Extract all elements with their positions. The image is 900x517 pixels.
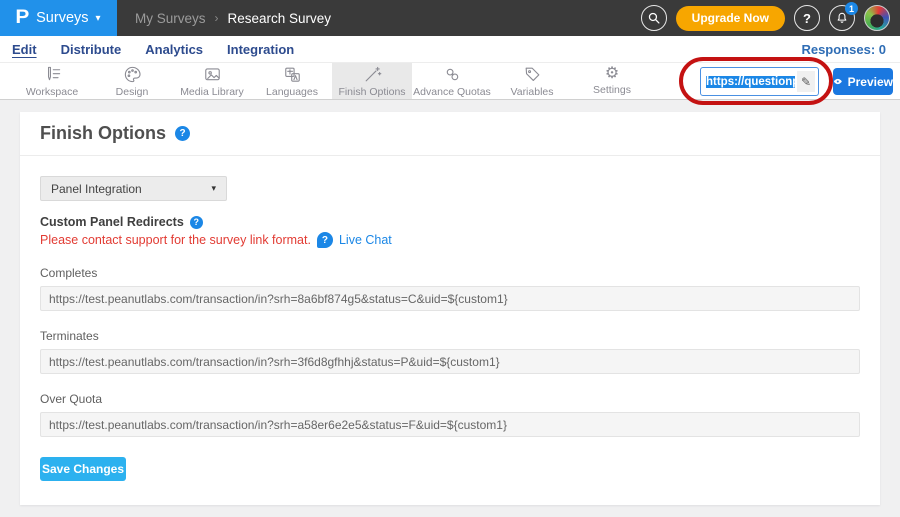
workspace-icon — [43, 65, 62, 84]
notification-badge: 1 — [845, 2, 858, 15]
terminates-field-group: Terminates — [40, 329, 860, 374]
chevron-down-icon: ▾ — [96, 13, 101, 24]
dropdown-selected-value: Panel Integration — [51, 182, 142, 196]
edit-toolbar: Workspace Design Media Library Languages… — [0, 62, 900, 100]
preview-button[interactable]: Preview — [833, 68, 893, 95]
palette-icon — [123, 65, 142, 84]
toolbar-item-label: Workspace — [26, 86, 78, 98]
search-button[interactable] — [641, 5, 667, 31]
questionpro-logo-icon: P — [16, 7, 30, 29]
card-header: Finish Options ? — [20, 112, 880, 156]
upgrade-now-button[interactable]: Upgrade Now — [676, 6, 785, 31]
completes-url-input[interactable] — [40, 286, 860, 311]
custom-panel-redirects-heading: Custom Panel Redirects ? — [40, 215, 860, 229]
help-button[interactable]: ? — [794, 5, 820, 31]
chain-links-icon — [443, 65, 462, 84]
breadcrumb-separator-icon: › — [215, 11, 219, 25]
breadcrumb-my-surveys[interactable]: My Surveys — [135, 11, 206, 26]
pencil-icon: ✎ — [801, 75, 811, 89]
toolbar-item-label: Variables — [511, 86, 554, 98]
toolbar-item-finish-options[interactable]: Finish Options — [332, 63, 412, 99]
finish-options-help-icon[interactable]: ? — [175, 126, 190, 141]
toolbar-item-languages[interactable]: Languages — [252, 63, 332, 99]
toolbar-item-settings[interactable]: ⚙ Settings — [572, 63, 652, 99]
responses-count: Responses: 0 — [801, 42, 886, 57]
toolbar-item-design[interactable]: Design — [92, 63, 172, 99]
over-quota-url-input[interactable] — [40, 412, 860, 437]
top-bar: P Surveys ▾ My Surveys › Research Survey… — [0, 0, 900, 36]
section-help-icon[interactable]: ? — [190, 216, 203, 229]
breadcrumb: My Surveys › Research Survey — [135, 11, 331, 26]
eye-icon — [833, 76, 843, 87]
image-icon — [203, 65, 222, 84]
survey-url-selected-text: https://questionpro.com/t/A — [706, 76, 795, 88]
notifications-button[interactable]: 1 — [829, 5, 855, 31]
gear-icon: ⚙ — [605, 66, 619, 82]
toolbar-item-label: Media Library — [180, 86, 244, 98]
panel-integration-dropdown[interactable]: Panel Integration ▾ — [40, 176, 227, 201]
toolbar-item-label: Languages — [266, 86, 318, 98]
page-title: Finish Options — [40, 123, 166, 144]
support-note-text: Please contact support for the survey li… — [40, 233, 311, 247]
product-name: Surveys — [36, 10, 88, 26]
live-chat-icon[interactable]: ? — [317, 232, 333, 248]
terminates-label: Terminates — [40, 329, 860, 343]
toolbar-item-media-library[interactable]: Media Library — [172, 63, 252, 99]
search-icon — [647, 11, 661, 25]
section-label-text: Custom Panel Redirects — [40, 215, 184, 229]
support-note: Please contact support for the survey li… — [40, 232, 860, 248]
user-avatar[interactable] — [864, 5, 890, 31]
card-content: Panel Integration ▾ Custom Panel Redirec… — [20, 156, 880, 505]
tab-integration[interactable]: Integration — [227, 42, 294, 57]
tab-analytics[interactable]: Analytics — [145, 42, 203, 57]
tab-distribute[interactable]: Distribute — [61, 42, 122, 57]
over-quota-label: Over Quota — [40, 392, 860, 406]
toolbar-item-advance-quotas[interactable]: Advance Quotas — [412, 63, 492, 99]
toolbar-item-workspace[interactable]: Workspace — [12, 63, 92, 99]
page-body: Finish Options ? Panel Integration ▾ Cus… — [0, 101, 900, 517]
topbar-actions: Upgrade Now ? 1 — [641, 5, 900, 31]
terminates-url-input[interactable] — [40, 349, 860, 374]
live-chat-link[interactable]: Live Chat — [339, 233, 392, 247]
toolbar-item-label: Design — [116, 86, 149, 98]
toolbar-item-label: Finish Options — [338, 86, 405, 98]
preview-label: Preview — [848, 75, 893, 89]
edit-url-button[interactable]: ✎ — [797, 71, 815, 92]
breadcrumb-current-survey: Research Survey — [228, 11, 332, 26]
save-changes-button[interactable]: Save Changes — [40, 457, 126, 481]
finish-options-card: Finish Options ? Panel Integration ▾ Cus… — [20, 112, 880, 505]
over-quota-field-group: Over Quota — [40, 392, 860, 437]
question-mark-icon: ? — [803, 11, 811, 26]
magic-wand-icon — [363, 65, 382, 84]
toolbar-item-label: Settings — [593, 84, 631, 96]
product-switcher[interactable]: P Surveys ▾ — [0, 0, 117, 36]
completes-field-group: Completes — [40, 266, 860, 311]
toolbar-item-variables[interactable]: Variables — [492, 63, 572, 99]
survey-nav-tabs: Edit Distribute Analytics Integration Re… — [0, 36, 900, 62]
tag-icon — [523, 65, 542, 84]
translate-icon — [283, 65, 302, 84]
chevron-down-icon: ▾ — [211, 183, 216, 194]
tab-edit[interactable]: Edit — [12, 42, 37, 57]
survey-url-input[interactable]: https://questionpro.com/t/A ✎ — [700, 67, 819, 96]
toolbar-item-label: Advance Quotas — [413, 86, 491, 98]
completes-label: Completes — [40, 266, 860, 280]
